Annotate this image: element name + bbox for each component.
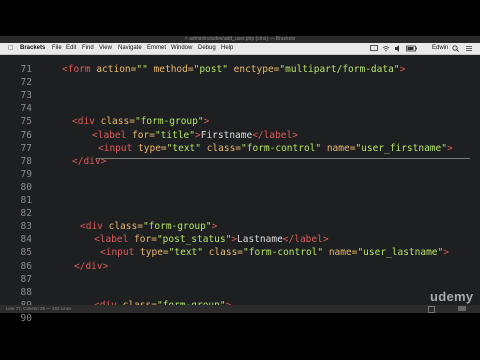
line-number: 84 [20, 234, 32, 246]
code-line[interactable]: <form action="" method="post" enctype="m… [62, 63, 405, 76]
code-token: </label> [282, 234, 329, 246]
code-token: > [203, 116, 210, 128]
line-number: 83 [20, 221, 32, 233]
wifi-icon[interactable] [382, 45, 390, 52]
code-token: type= [140, 247, 169, 259]
code-token: > [446, 142, 453, 154]
code-line[interactable]: <label for="post_status">Lastname</label… [94, 233, 329, 246]
line-number: 80 [20, 181, 32, 193]
code-line[interactable]: <input type="text" class="form-control" … [98, 142, 453, 155]
status-bar: Line 77, Column 25 — 183 Lines [0, 305, 480, 313]
cursor-position: Line 77, Column 25 — 183 Lines [6, 306, 72, 311]
menu-view[interactable]: View [99, 43, 112, 54]
code-token: "form-control" [241, 142, 327, 154]
code-token: name= [328, 247, 358, 259]
code-token: "form-control" [243, 247, 329, 259]
code-token: "post" [193, 64, 234, 75]
code-token: type= [138, 142, 167, 154]
code-token: Firstname [200, 129, 253, 141]
menu-debug[interactable]: Debug [198, 43, 216, 54]
notification-center-icon[interactable] [465, 45, 473, 52]
line-number: 72 [20, 77, 32, 89]
code-token: for= [132, 129, 155, 141]
code-token: <div [80, 221, 109, 233]
line-number: 87 [20, 273, 32, 285]
code-line[interactable]: <div class="form-group"> [72, 115, 209, 128]
menu-emmet[interactable]: Emmet [147, 43, 166, 54]
menu-file[interactable]: File [52, 43, 62, 54]
battery-icon[interactable] [406, 45, 418, 52]
code-token: "text" [168, 247, 209, 259]
code-token: "form-group" [142, 221, 212, 233]
menu-bar:  Brackets File Edit Find View Navigate … [0, 43, 480, 55]
code-token: action= [96, 64, 137, 75]
code-token: method= [153, 64, 194, 75]
code-token: Lastname [237, 234, 283, 246]
volume-icon[interactable] [395, 45, 401, 52]
code-token: </label> [252, 129, 298, 141]
line-number: 74 [20, 103, 32, 115]
code-token: "user_lastname" [357, 247, 444, 259]
line-number: 77 [20, 142, 32, 154]
user-name[interactable]: Edwin [432, 43, 448, 54]
line-number: 76 [20, 129, 32, 141]
code-token: for= [134, 234, 157, 246]
menu-find[interactable]: Find [82, 43, 94, 54]
code-token: "post_status" [156, 234, 232, 246]
code-token: enctype= [233, 64, 280, 75]
screen: < admin/includes/add_user.php (cms) — Br… [0, 0, 480, 360]
code-token: > [399, 64, 406, 75]
menu-window[interactable]: Window [171, 43, 192, 54]
code-token: </div> [74, 260, 109, 272]
line-number: 90 [20, 312, 32, 324]
line-number: 75 [20, 116, 32, 128]
code-token: class= [208, 247, 244, 259]
code-line[interactable]: <input type="text" class="form-control" … [100, 246, 449, 259]
spotlight-search-icon[interactable] [452, 45, 459, 52]
line-number: 78 [20, 155, 32, 167]
line-number: 85 [20, 247, 32, 259]
udemy-watermark: udemy [430, 289, 474, 304]
live-preview-indicator[interactable] [458, 306, 466, 311]
menu-help[interactable]: Help [221, 43, 233, 54]
apple-icon[interactable]:  [8, 43, 13, 54]
line-number: 79 [20, 168, 32, 180]
code-token: "text" [166, 142, 207, 154]
code-token: <label [94, 234, 135, 246]
code-editor[interactable]: 71 <form action="" method="post" enctype=… [0, 55, 480, 324]
window-title: < admin/includes/add_user.php (cms) — Br… [0, 36, 480, 43]
code-token: class= [108, 221, 143, 233]
screen-share-icon[interactable] [370, 45, 378, 52]
line-number: 73 [20, 90, 32, 102]
code-token: "form-group" [134, 116, 204, 128]
code-token: <form [62, 64, 97, 75]
code-token: <input [100, 247, 141, 259]
code-token: "" [136, 64, 154, 75]
code-line[interactable]: </div> [74, 260, 108, 273]
line-number: 86 [20, 260, 32, 272]
code-token: "multipart/form-data" [279, 64, 400, 75]
line-number: 71 [20, 64, 32, 75]
code-token: > [211, 221, 218, 233]
line-number: 82 [20, 208, 32, 220]
code-token: class= [206, 142, 242, 154]
inspection-icon[interactable] [428, 306, 435, 313]
code-token: <label [92, 129, 133, 141]
code-token: class= [100, 116, 135, 128]
code-line[interactable]: </div> [72, 155, 106, 168]
active-line-underline [96, 158, 470, 159]
code-token: <input [98, 142, 139, 154]
code-token: > [443, 247, 449, 259]
app-menu[interactable]: Brackets [20, 43, 45, 54]
menu-navigate[interactable]: Navigate [118, 43, 142, 54]
code-line[interactable]: <div class="form-group"> [80, 220, 217, 233]
code-token: <div [72, 116, 101, 128]
line-number: 81 [20, 195, 32, 206]
code-token: "user_firstname" [355, 142, 447, 154]
menu-edit[interactable]: Edit [66, 43, 76, 54]
code-token: "title" [154, 129, 195, 141]
line-number: 88 [20, 286, 32, 298]
code-line[interactable]: <label for="title">Firstname</label> [92, 129, 298, 142]
code-token: name= [326, 142, 356, 154]
